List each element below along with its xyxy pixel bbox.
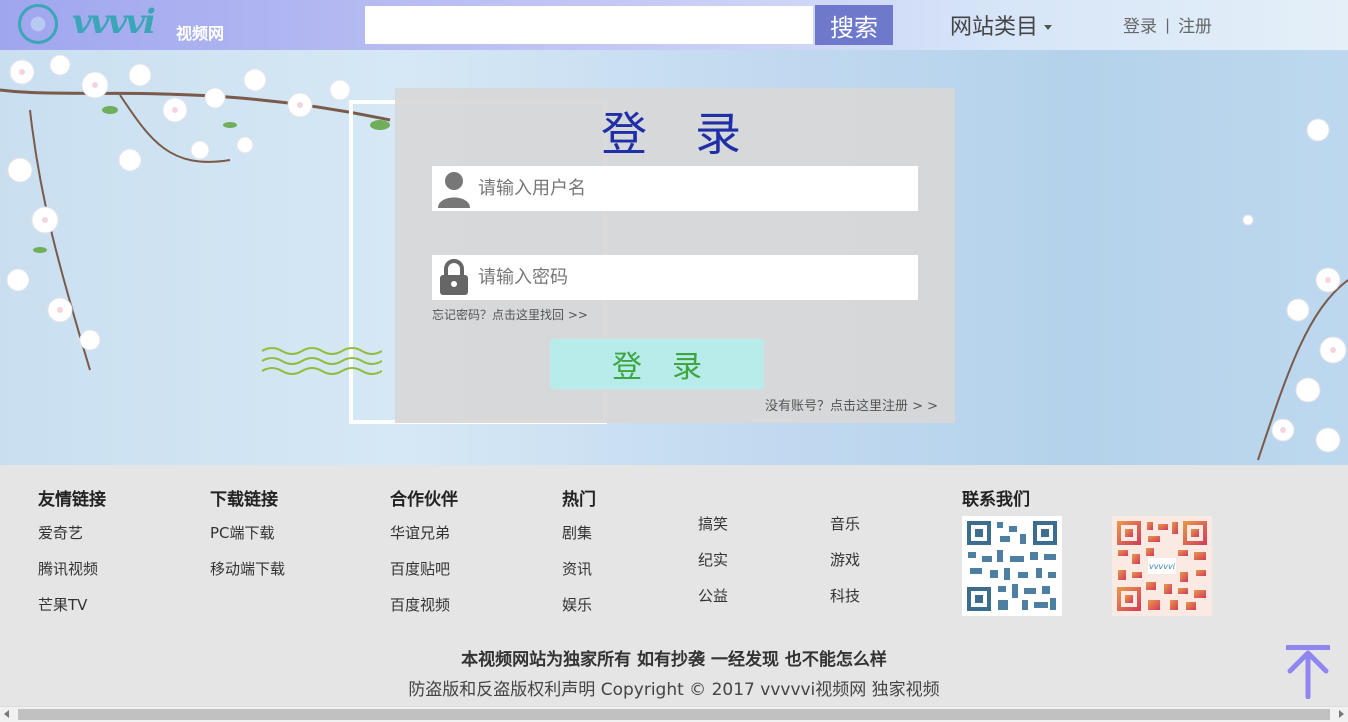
film-reel-icon xyxy=(18,4,58,44)
qr-badge-text: vvvvvi xyxy=(1149,562,1176,571)
hot-link[interactable]: 剧集 xyxy=(562,522,596,543)
blossom-decoration-left xyxy=(0,54,391,371)
wave-decoration xyxy=(261,347,382,375)
login-link[interactable]: 登录 xyxy=(1123,12,1157,37)
copyright-statement: 本视频网站为独家所有 如有抄袭 一经发现 也不能怎么样 xyxy=(461,650,887,670)
scroll-left-icon[interactable] xyxy=(4,710,9,718)
caret-down-icon xyxy=(1044,24,1053,30)
username-field[interactable] xyxy=(432,166,918,211)
hot-link[interactable]: 资讯 xyxy=(562,558,596,579)
partners-heading: 合作伙伴 xyxy=(390,490,458,510)
top-navbar: vvvvi 视频网 搜索 网站类目 登录 | 注册 xyxy=(0,0,1348,50)
hot-link[interactable]: 娱乐 xyxy=(562,594,596,615)
login-panel: 登录 忘记密码？点击这里找回 >> 登录 没有账号？点击这里注册 > > xyxy=(395,88,955,423)
category-link[interactable]: 纪实 xyxy=(698,549,728,570)
friend-link[interactable]: 腾讯视频 xyxy=(38,558,106,579)
partner-link[interactable]: 华谊兄弟 xyxy=(390,522,458,543)
qr-code-icon xyxy=(962,516,1062,616)
back-to-top-icon[interactable] xyxy=(1284,643,1332,699)
partners-column: 合作伙伴 华谊兄弟 百度贴吧 百度视频 xyxy=(390,485,458,630)
user-icon xyxy=(432,166,476,211)
login-title: 登录 xyxy=(601,107,789,161)
qr-code-icon: vvvvvi xyxy=(1112,516,1212,616)
lock-icon xyxy=(432,255,476,300)
copyright-notice: 防盗版和反盗版权利声明 Copyright © 2017 vvvvvi视频网 独… xyxy=(408,680,940,700)
category-dropdown[interactable]: 网站类目 xyxy=(950,9,1053,41)
download-link[interactable]: 移动端下载 xyxy=(210,558,285,579)
logo-subtitle: 视频网 xyxy=(176,24,225,43)
horizontal-scrollbar[interactable] xyxy=(0,706,1348,722)
hero-banner: 登录 忘记密码？点击这里找回 >> 登录 没有账号？点击这里注册 > > xyxy=(0,50,1348,465)
site-logo[interactable]: vvvvi 视频网 xyxy=(18,2,228,46)
category-link[interactable]: 搞笑 xyxy=(698,513,728,534)
username-input[interactable] xyxy=(476,167,918,210)
download-link[interactable]: PC端下载 xyxy=(210,522,285,543)
download-links-heading: 下载链接 xyxy=(210,490,278,510)
contact-heading: 联系我们 xyxy=(962,490,1030,510)
register-link[interactable]: 注册 xyxy=(1178,12,1212,37)
hot-heading: 热门 xyxy=(562,490,596,510)
auth-separator: | xyxy=(1165,15,1171,34)
scroll-right-icon[interactable] xyxy=(1339,710,1344,718)
search-input[interactable] xyxy=(365,6,813,44)
password-input[interactable] xyxy=(476,256,918,299)
category-links-column-b: 音乐 游戏 科技 xyxy=(830,513,860,621)
login-submit-button[interactable]: 登录 xyxy=(550,339,764,389)
footer: 友情链接 爱奇艺 腾讯视频 芒果TV 下载链接 PC端下载 移动端下载 合作伙伴… xyxy=(0,465,1348,706)
scrollbar-thumb[interactable] xyxy=(18,709,1330,720)
friend-link[interactable]: 芒果TV xyxy=(38,594,106,615)
category-link[interactable]: 公益 xyxy=(698,585,728,606)
category-link[interactable]: 游戏 xyxy=(830,549,860,570)
download-links-column: 下载链接 PC端下载 移动端下载 xyxy=(210,485,285,594)
category-links-column-a: 搞笑 纪实 公益 xyxy=(698,513,728,621)
friend-links-heading: 友情链接 xyxy=(38,490,106,510)
category-link[interactable]: 科技 xyxy=(830,585,860,606)
password-field[interactable] xyxy=(432,255,918,300)
partner-link[interactable]: 百度视频 xyxy=(390,594,458,615)
register-prompt-link[interactable]: 没有账号？点击这里注册 > > xyxy=(765,395,938,414)
search-button[interactable]: 搜索 xyxy=(815,5,893,45)
friend-link[interactable]: 爱奇艺 xyxy=(38,522,106,543)
partner-link[interactable]: 百度贴吧 xyxy=(390,558,458,579)
friend-links-column: 友情链接 爱奇艺 腾讯视频 芒果TV xyxy=(38,485,106,630)
auth-links: 登录 | 注册 xyxy=(1123,12,1212,38)
blossom-decoration-right xyxy=(1242,118,1348,461)
hot-column: 热门 剧集 资讯 娱乐 xyxy=(562,485,596,630)
category-label: 网站类目 xyxy=(950,15,1039,40)
forgot-password-link[interactable]: 忘记密码？点击这里找回 >> xyxy=(432,306,588,323)
category-link[interactable]: 音乐 xyxy=(830,513,860,534)
logo-text: vvvvi xyxy=(72,2,156,42)
